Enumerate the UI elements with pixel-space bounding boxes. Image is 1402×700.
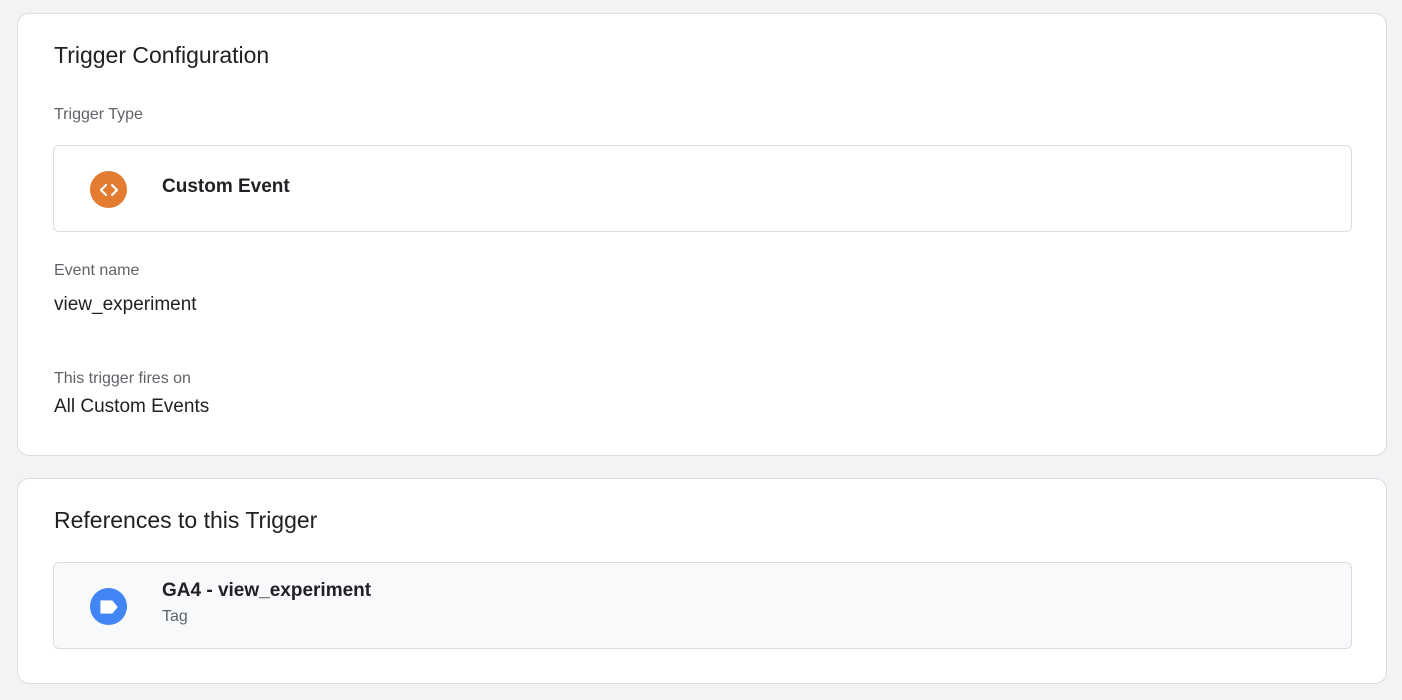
trigger-type-selector[interactable]: Custom Event — [53, 145, 1352, 232]
trigger-configuration-card: Trigger Configuration Trigger Type Custo… — [17, 13, 1387, 456]
event-name-value: view_experiment — [54, 294, 197, 315]
references-card: References to this Trigger GA4 - view_ex… — [17, 478, 1387, 684]
code-brackets-icon — [90, 171, 127, 208]
event-name-label: Event name — [54, 262, 140, 279]
trigger-type-label: Trigger Type — [54, 106, 143, 123]
references-title: References to this Trigger — [54, 507, 318, 533]
trigger-configuration-title: Trigger Configuration — [54, 42, 270, 68]
fires-on-label: This trigger fires on — [54, 370, 191, 387]
trigger-type-name: Custom Event — [162, 176, 290, 197]
reference-name: GA4 - view_experiment — [162, 580, 372, 601]
reference-type: Tag — [162, 608, 188, 625]
fires-on-value: All Custom Events — [54, 396, 210, 417]
tag-icon — [90, 588, 127, 625]
reference-item[interactable]: GA4 - view_experiment Tag — [53, 562, 1352, 649]
